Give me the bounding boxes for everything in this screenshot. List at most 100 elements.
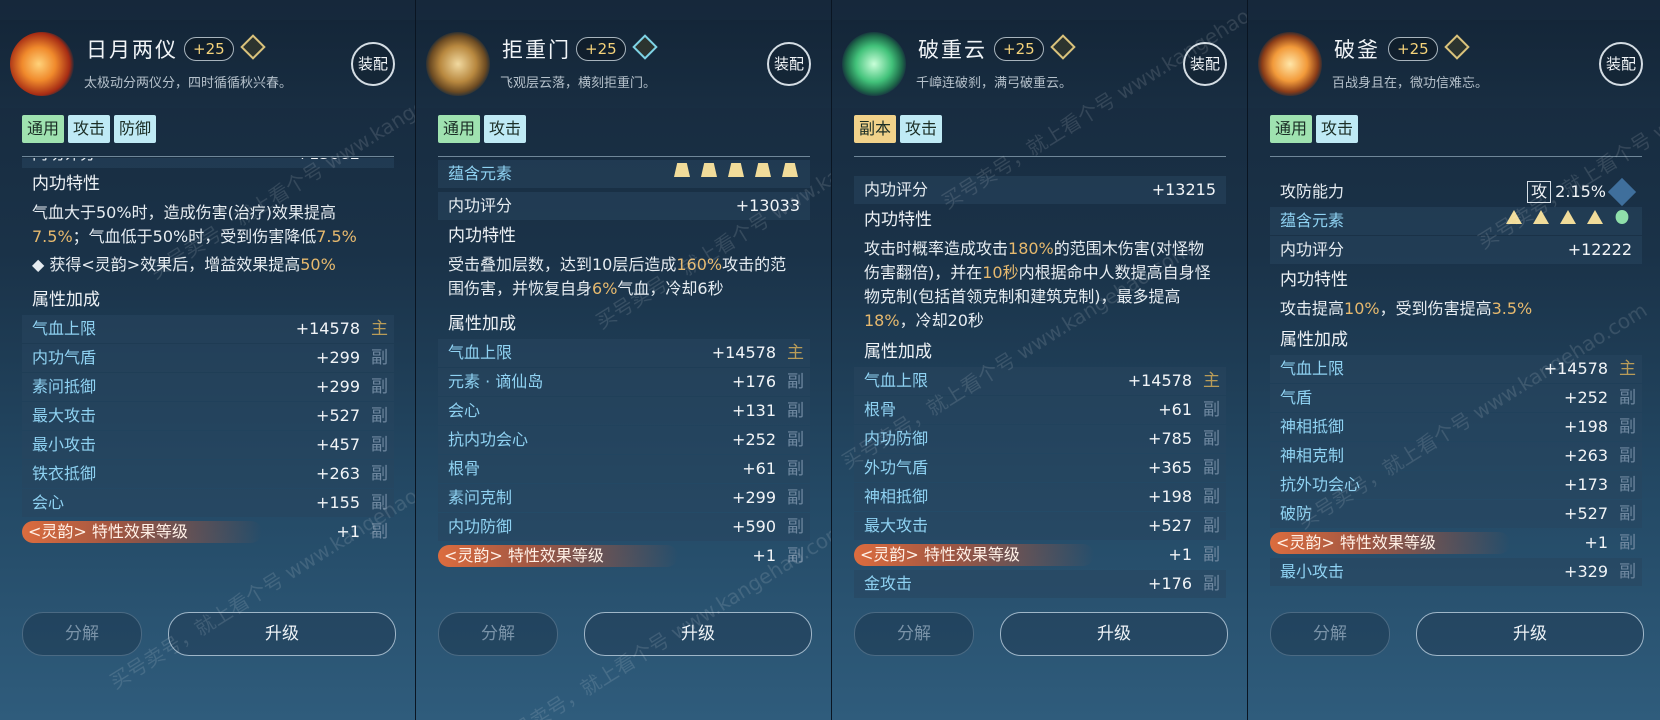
decompose-button[interactable]: 分解 (438, 612, 558, 656)
score-row: 内功评分 +13215 (854, 176, 1226, 204)
tag-general: 通用 (1270, 115, 1313, 143)
attr-row: 气血上限 +14578 主 (22, 315, 394, 343)
tag-general: 通用 (22, 115, 65, 143)
upgrade-button[interactable]: 升级 (1416, 612, 1644, 656)
stat-list[interactable]: 内功评分 +13062 内功特性 气血大于50%时，造成伤害(治疗)效果提高7.… (22, 158, 394, 547)
lock-icon[interactable] (1050, 34, 1076, 60)
element-gem-icon (1560, 210, 1576, 224)
attr-row: 神相抵御 +198 副 (854, 483, 1226, 511)
attr-row: 金攻击 +176 副 (854, 570, 1226, 598)
attr-row: 素问抵御 +299 副 (22, 373, 394, 401)
attr-row: 最大攻击 +527 副 (854, 512, 1226, 540)
tag-list: 通用 攻击 (1270, 115, 1359, 143)
lock-icon[interactable] (1444, 34, 1470, 60)
trait-title: 内功特性 (1280, 270, 1348, 290)
decompose-button[interactable]: 分解 (1270, 612, 1390, 656)
divider (1270, 156, 1642, 157)
upgrade-button[interactable]: 升级 (168, 612, 396, 656)
decompose-button[interactable]: 分解 (854, 612, 974, 656)
attr-row: 神相克制 +263 副 (1270, 442, 1642, 470)
attr-row: 会心 +131 副 (438, 397, 810, 425)
attr-row: 会心 +155 副 (22, 489, 394, 517)
stat-list[interactable]: 攻防能力 攻 2.15% 蕴含元素 内功评分 +12222 内功特性 攻击提高10%… (1270, 160, 1642, 587)
trait-bullet: ◆ 获得<灵韵>效果后，增益效果提高50% (32, 255, 336, 274)
attr-title: 属性加成 (1280, 330, 1348, 350)
score-row: 内功评分 +12222 (1270, 236, 1642, 264)
element-gem-icon (1533, 210, 1549, 224)
equip-button[interactable]: 装配 (1599, 42, 1643, 86)
leaf-element-icon (1615, 210, 1629, 224)
level-badge: +25 (576, 37, 626, 61)
special-attr-row: <灵韵> 特性效果等级 +1 副 (438, 542, 810, 570)
card-juzhongmen: 拒重门 +25 飞观层云落，横刻拒重门。 装配 通用 攻击 蕴含元素 内功评分 … (416, 0, 832, 720)
card-header: 日月两仪 +25 太极动分两仪分，四时循循秋兴春。 装配 (0, 20, 415, 108)
decompose-button[interactable]: 分解 (22, 612, 142, 656)
trait-description: 气血大于50%时，造成伤害(治疗)效果提高7.5%；气血低于50%时，受到伤害降… (32, 203, 357, 246)
cloud-emblem-icon (842, 32, 906, 96)
attr-row: 气盾 +252 副 (1270, 384, 1642, 412)
attr-row: 抗内功会心 +252 副 (438, 426, 810, 454)
attr-row: 气血上限 +14578 主 (1270, 355, 1642, 383)
trait-title: 内功特性 (32, 174, 100, 194)
upgrade-button[interactable]: 升级 (584, 612, 812, 656)
score-row-cut: 内功评分 +13062 (22, 158, 394, 168)
item-name: 破重云 (918, 38, 987, 62)
lock-icon[interactable] (240, 34, 266, 60)
item-subtitle: 百战身且在，微功信难忘。 (1332, 76, 1489, 91)
tag-general: 通用 (438, 115, 481, 143)
equip-button[interactable]: 装配 (767, 42, 811, 86)
card-header: 拒重门 +25 飞观层云落，横刻拒重门。 装配 (416, 20, 831, 108)
tag-attack: 攻击 (900, 115, 943, 143)
attr-row: 根骨 +61 副 (438, 455, 810, 483)
trait-description: 攻击时概率造成攻击180%的范围木伤害(对怪物伤害翻倍)，并在10秒内根据命中人… (864, 239, 1211, 330)
attr-title: 属性加成 (32, 290, 100, 310)
attr-row: 抗外功会心 +173 副 (1270, 471, 1642, 499)
element-gem-icon (755, 163, 771, 177)
item-name: 破釜 (1334, 38, 1380, 62)
item-subtitle: 太极动分两仪分，四时循循秋兴春。 (84, 76, 293, 91)
card-header: 破釜 +25 百战身且在，微功信难忘。 装配 (1248, 20, 1660, 108)
level-badge: +25 (184, 37, 234, 61)
trait-title: 内功特性 (864, 210, 932, 230)
attr-row: 外功气盾 +365 副 (854, 454, 1226, 482)
lock-icon[interactable] (632, 34, 658, 60)
card-gallery: 日月两仪 +25 太极动分两仪分，四时循循秋兴春。 装配 通用 攻击 防御 内功… (0, 0, 1660, 720)
stat-list[interactable]: 内功评分 +13215 内功特性 攻击时概率造成攻击180%的范围木伤害(对怪物伤… (854, 160, 1226, 599)
level-badge: +25 (1388, 37, 1438, 61)
attr-row: 根骨 +61 副 (854, 396, 1226, 424)
attr-row: 最大攻击 +527 副 (22, 402, 394, 430)
attr-row: 最小攻击 +329 副 (1270, 558, 1642, 586)
attr-row: 最小攻击 +457 副 (22, 431, 394, 459)
card-header: 破重云 +25 千嶂连破刹，满弓破重云。 装配 (832, 20, 1247, 108)
tag-dungeon: 副本 (854, 115, 897, 143)
trait-description: 受击叠加层数，达到10层后造成160%攻击的范围伤害，并恢复自身6%气血，冷却6… (448, 255, 787, 298)
help-icon[interactable] (1607, 177, 1637, 207)
element-gem-icon (1587, 210, 1603, 224)
card-pofu: 破釜 +25 百战身且在，微功信难忘。 装配 通用 攻击 攻防能力 攻 2.15%… (1248, 0, 1660, 720)
trait-description: 攻击提高10%，受到伤害提高3.5% (1280, 299, 1533, 318)
axe-emblem-icon (1258, 32, 1322, 96)
attr-row: 铁衣抵御 +263 副 (22, 460, 394, 488)
stat-list[interactable]: 蕴含元素 内功评分 +13033 内功特性 受击叠加层数，达到10层后造成160%… (438, 160, 810, 571)
item-name: 拒重门 (502, 38, 571, 62)
score-row: 内功评分 +13033 (438, 192, 810, 220)
upgrade-button[interactable]: 升级 (1000, 612, 1228, 656)
sun-emblem-icon (10, 32, 74, 96)
attr-row: 内功防御 +785 副 (854, 425, 1226, 453)
tag-attack: 攻击 (484, 115, 527, 143)
element-gem-icon (674, 163, 690, 177)
equip-button[interactable]: 装配 (1183, 42, 1227, 86)
special-attr-row: <灵韵> 特性效果等级 +1 副 (1270, 529, 1642, 557)
element-gem-icon (782, 163, 798, 177)
atk-def-mode: 攻 (1527, 181, 1552, 203)
element-row: 蕴含元素 (1270, 207, 1642, 235)
tag-list: 通用 攻击 防御 (22, 115, 157, 143)
equip-button[interactable]: 装配 (351, 42, 395, 86)
trait-title: 内功特性 (448, 226, 516, 246)
tag-attack: 攻击 (1316, 115, 1359, 143)
item-name: 日月两仪 (86, 38, 178, 62)
attr-row: 气血上限 +14578 主 (854, 367, 1226, 395)
attr-title: 属性加成 (864, 342, 932, 362)
element-row: 蕴含元素 (438, 160, 810, 188)
element-gem-icon (701, 163, 717, 177)
